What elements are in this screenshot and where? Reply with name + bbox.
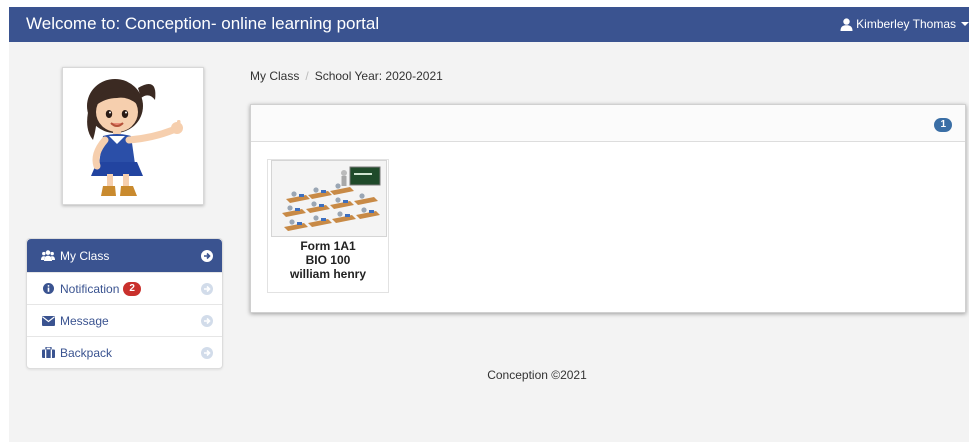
sidebar-item-my-class[interactable]: My Class bbox=[27, 239, 222, 272]
envelope-icon bbox=[41, 315, 55, 327]
chevron-down-icon bbox=[961, 22, 969, 26]
user-name: Kimberley Thomas bbox=[856, 17, 956, 31]
user-menu[interactable]: Kimberley Thomas bbox=[840, 17, 969, 31]
class-panel: 1 Form 1A1 BIO 100 william henry bbox=[250, 104, 966, 313]
class-count-badge: 1 bbox=[934, 118, 952, 132]
class-teacher: william henry bbox=[289, 267, 367, 281]
sidebar-item-notification[interactable]: Notification 2 bbox=[27, 272, 222, 304]
sidebar-item-message[interactable]: Message bbox=[27, 304, 222, 336]
class-subject: BIO 100 bbox=[305, 253, 351, 267]
arrow-circle-right-icon bbox=[201, 314, 213, 327]
notification-count-badge: 2 bbox=[123, 281, 141, 296]
footer: Conception ©2021 bbox=[9, 368, 969, 382]
users-icon bbox=[41, 250, 55, 262]
panel-header: 1 bbox=[251, 105, 965, 142]
avatar bbox=[62, 67, 204, 205]
portal-title: Welcome to: Conception- online learning … bbox=[26, 14, 380, 33]
class-card[interactable]: Form 1A1 BIO 100 william henry bbox=[267, 159, 389, 293]
sidebar-item-label: Message bbox=[60, 313, 109, 328]
class-form: Form 1A1 bbox=[300, 239, 356, 253]
sidebar-item-label: My Class bbox=[60, 248, 110, 263]
classroom-illustration bbox=[272, 161, 386, 236]
sidebar-item-backpack[interactable]: Backpack bbox=[27, 336, 222, 368]
sidebar-item-label: Notification bbox=[60, 281, 120, 296]
arrow-circle-right-icon bbox=[201, 249, 213, 262]
student-avatar-illustration bbox=[87, 79, 183, 196]
copyright-text: Conception ©2021 bbox=[487, 368, 587, 382]
sidebar-item-label: Backpack bbox=[60, 345, 113, 360]
briefcase-icon bbox=[41, 347, 55, 359]
page: Welcome to: Conception- online learning … bbox=[9, 7, 969, 442]
arrow-circle-right-icon bbox=[201, 282, 213, 295]
breadcrumb-school-year: School Year: 2020-2021 bbox=[314, 69, 443, 83]
breadcrumb: My Class / School Year: 2020-2021 bbox=[250, 69, 443, 83]
class-details: Form 1A1 BIO 100 william henry bbox=[268, 239, 388, 281]
sidebar-nav: My Class Notification 2 Message Backpack bbox=[26, 238, 223, 369]
info-icon bbox=[41, 283, 55, 295]
arrow-circle-right-icon bbox=[201, 346, 213, 359]
breadcrumb-my-class[interactable]: My Class bbox=[250, 69, 299, 83]
classroom-thumbnail bbox=[271, 160, 387, 237]
top-navbar: Welcome to: Conception- online learning … bbox=[9, 7, 969, 42]
breadcrumb-separator: / bbox=[305, 69, 309, 83]
user-icon bbox=[840, 17, 853, 31]
